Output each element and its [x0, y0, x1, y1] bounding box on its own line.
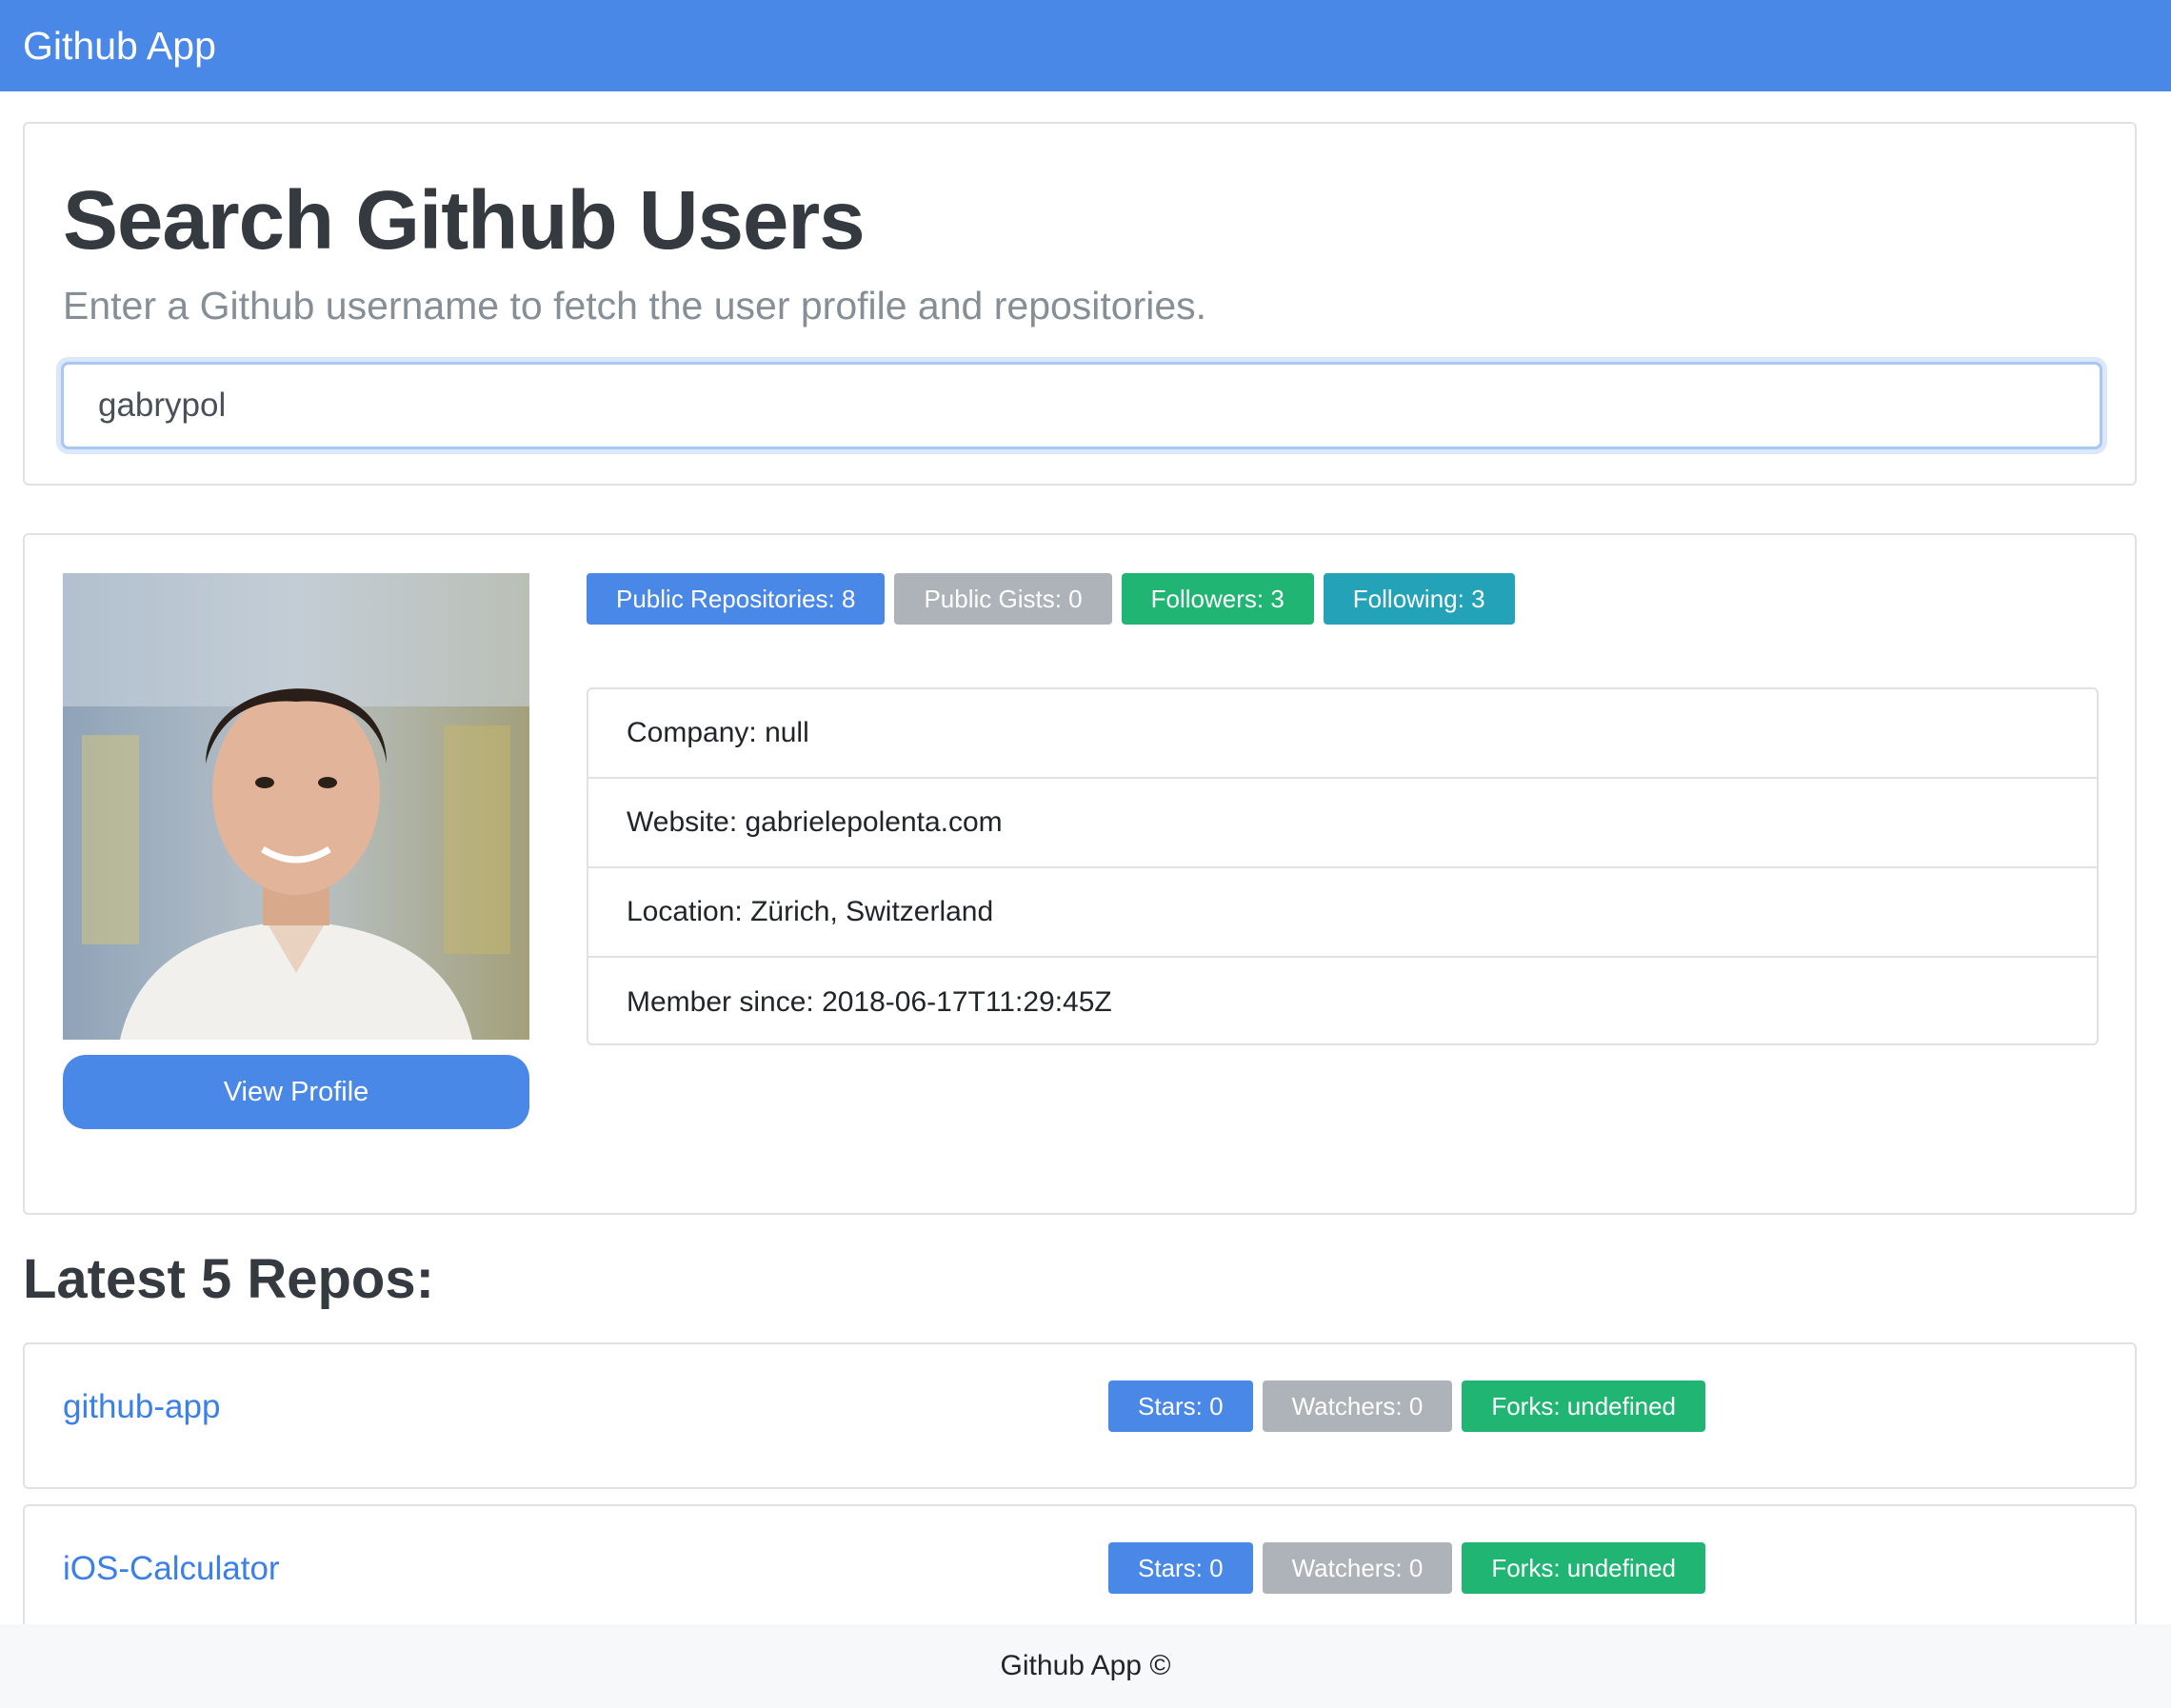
website-item: Website: gabrielepolenta.com: [588, 779, 2097, 868]
repo-stats: Stars: 0 Watchers: 0 Forks: undefined: [1108, 1542, 1706, 1594]
search-description: Enter a Github username to fetch the use…: [63, 284, 1207, 328]
public-repositories-badge: Public Repositories: 8: [587, 573, 886, 625]
watchers-badge: Watchers: 0: [1262, 1542, 1453, 1594]
avatar-photo: [63, 573, 529, 1040]
followers-badge: Followers: 3: [1121, 573, 1314, 625]
location-item: Location: Zürich, Switzerland: [588, 868, 2097, 958]
view-profile-button[interactable]: View Profile: [63, 1055, 529, 1129]
search-card: Search Github Users Enter a Github usern…: [23, 122, 2137, 486]
page-title: Search Github Users: [63, 174, 866, 267]
repo-link[interactable]: github-app: [63, 1388, 220, 1426]
public-gists-badge: Public Gists: 0: [894, 573, 1112, 625]
repo-link[interactable]: iOS-Calculator: [63, 1550, 280, 1588]
forks-badge: Forks: undefined: [1462, 1542, 1706, 1594]
profile-details-list: Company: null Website: gabrielepolenta.c…: [587, 687, 2099, 1045]
repo-stats: Stars: 0 Watchers: 0 Forks: undefined: [1108, 1380, 1706, 1432]
member-since-item: Member since: 2018-06-17T11:29:45Z: [627, 986, 1112, 1018]
stars-badge: Stars: 0: [1108, 1542, 1253, 1594]
profile-card: View Profile Public Repositories: 8 Publ…: [23, 533, 2137, 1215]
watchers-badge: Watchers: 0: [1262, 1380, 1453, 1432]
navbar: Github App: [0, 0, 2171, 91]
profile-stats: Public Repositories: 8 Public Gists: 0 F…: [587, 573, 1515, 625]
stars-badge: Stars: 0: [1108, 1380, 1253, 1432]
navbar-brand[interactable]: Github App: [23, 24, 216, 69]
forks-badge: Forks: undefined: [1462, 1380, 1706, 1432]
footer: Github App ©: [0, 1624, 2171, 1708]
repo-card: github-app Stars: 0 Watchers: 0 Forks: u…: [23, 1342, 2137, 1489]
following-badge: Following: 3: [1323, 573, 1515, 625]
footer-text: Github App ©: [1000, 1650, 1171, 1681]
avatar: [63, 573, 529, 1040]
search-input[interactable]: [61, 362, 2102, 449]
repos-heading: Latest 5 Repos:: [23, 1248, 434, 1310]
company-item: Company: null: [588, 689, 2097, 779]
